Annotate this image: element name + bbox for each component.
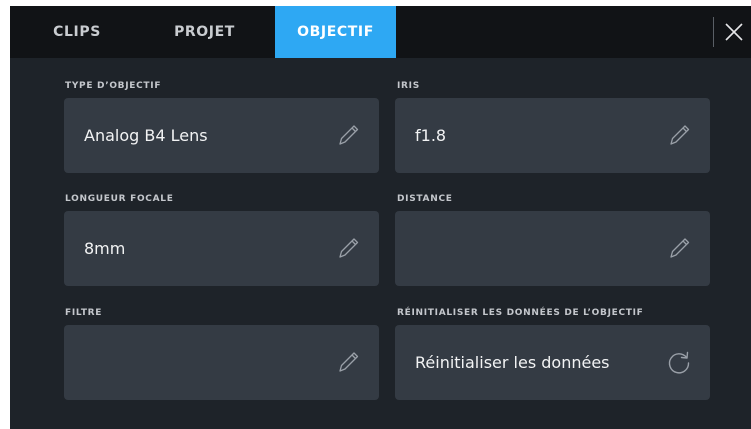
pencil-icon bbox=[670, 125, 690, 145]
filter-label: FILTRE bbox=[65, 308, 103, 318]
focal-length-value: 8mm bbox=[84, 239, 126, 258]
tab-objectif[interactable]: OBJECTIF bbox=[275, 6, 396, 58]
refresh-icon bbox=[668, 351, 690, 374]
tab-projet[interactable]: PROJET bbox=[157, 6, 252, 58]
pencil-icon bbox=[670, 238, 690, 258]
lens-type-value: Analog B4 Lens bbox=[84, 126, 208, 145]
tab-clips[interactable]: CLIPS bbox=[37, 6, 117, 58]
lens-type-label: TYPE D’OBJECTIF bbox=[65, 81, 162, 91]
lens-type-field[interactable]: Analog B4 Lens bbox=[64, 98, 379, 173]
tab-bar-divider bbox=[713, 17, 714, 47]
filter-field[interactable] bbox=[64, 325, 379, 400]
close-icon bbox=[725, 23, 743, 41]
focal-length-label: LONGUEUR FOCALE bbox=[65, 194, 174, 204]
pencil-icon bbox=[339, 352, 359, 372]
focal-length-field[interactable]: 8mm bbox=[64, 211, 379, 286]
reset-lens-data-value: Réinitialiser les données bbox=[415, 353, 610, 372]
iris-value: f1.8 bbox=[415, 126, 447, 145]
reset-lens-data-label: RÉINITIALISER LES DONNÉES DE L’OBJECTIF bbox=[397, 308, 644, 318]
reset-lens-data-button[interactable]: Réinitialiser les données bbox=[395, 325, 710, 400]
distance-label: DISTANCE bbox=[397, 194, 453, 204]
pencil-icon bbox=[339, 238, 359, 258]
distance-field[interactable] bbox=[395, 211, 710, 286]
close-button[interactable] bbox=[713, 6, 751, 58]
iris-field[interactable]: f1.8 bbox=[395, 98, 710, 173]
tab-bar: CLIPS PROJET OBJECTIF bbox=[10, 6, 751, 58]
iris-label: IRIS bbox=[397, 81, 420, 91]
lens-settings-panel: CLIPS PROJET OBJECTIF TYPE D’OBJECTIF An… bbox=[10, 6, 751, 429]
pencil-icon bbox=[339, 125, 359, 145]
